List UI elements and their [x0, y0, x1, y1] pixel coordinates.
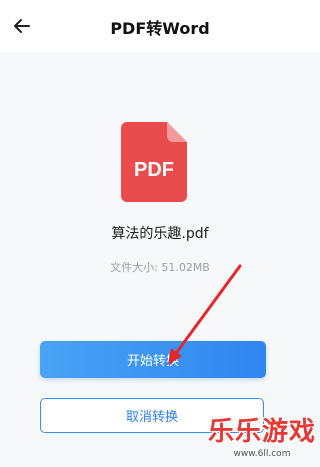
watermark: 乐乐游戏 www.6ll.com [206, 417, 318, 467]
pdf-icon-label: PDF [134, 159, 174, 181]
file-size: 文件大小: 51.02MB [110, 261, 210, 274]
watermark-text: 乐乐游戏 [207, 417, 316, 447]
file-name: 算法的乐趣.pdf [111, 226, 209, 242]
app-header: PDF转Word [0, 0, 320, 52]
start-convert-button[interactable]: 开始转换 [40, 341, 266, 378]
pdf-file-icon: PDF [121, 122, 187, 202]
main-content: PDF 算法的乐趣.pdf 文件大小: 51.02MB 开始转换 取消转换 [0, 52, 320, 467]
page-title: PDF转Word [110, 19, 210, 38]
watermark-url: www.6ll.com [233, 449, 291, 459]
